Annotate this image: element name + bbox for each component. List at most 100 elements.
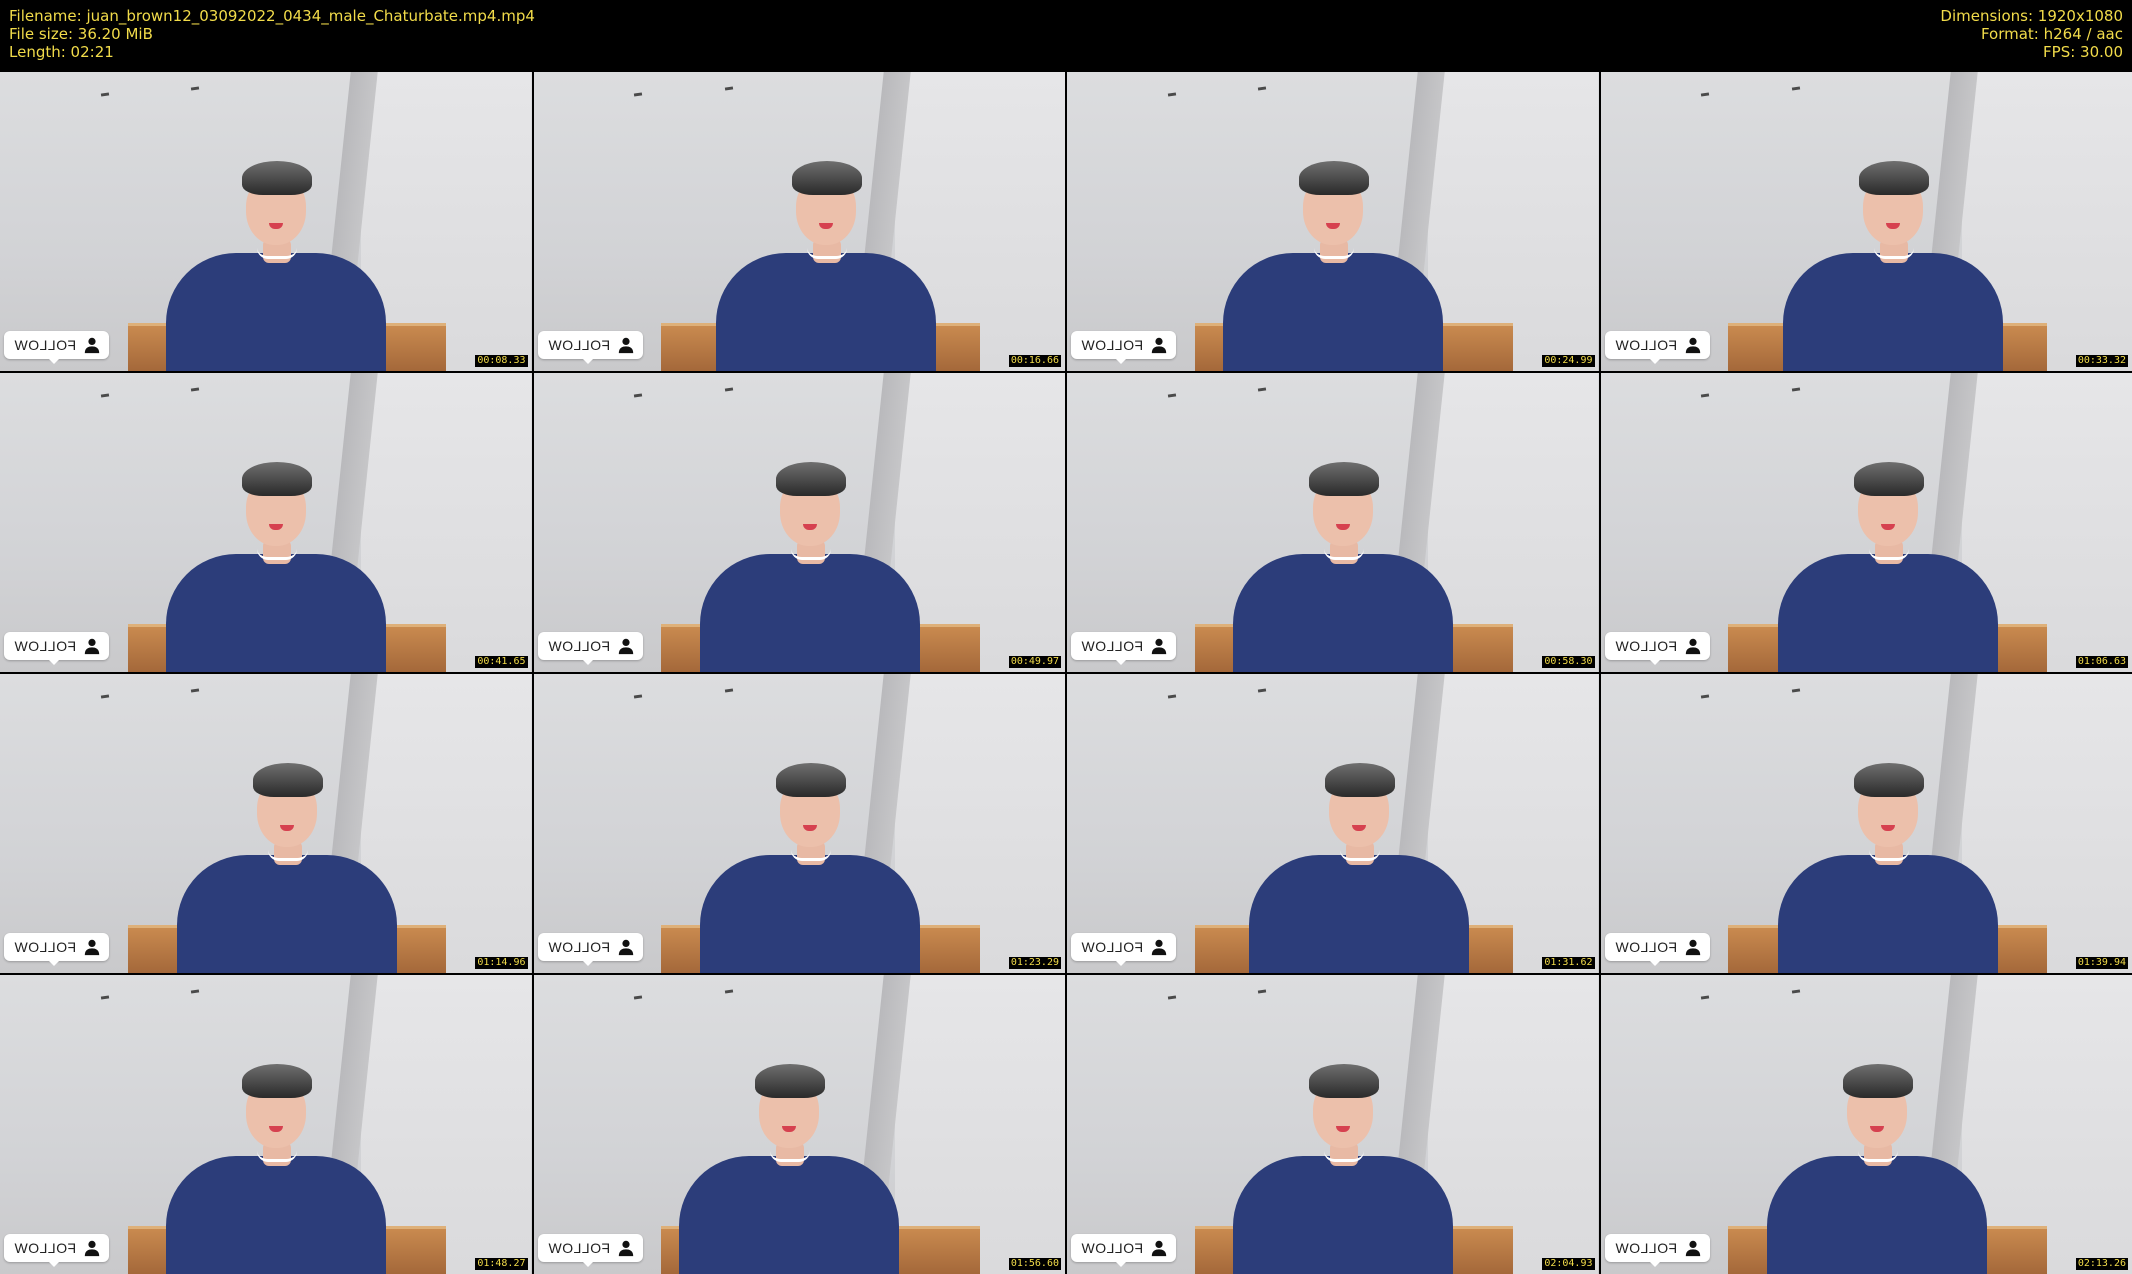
follow-button[interactable]: FOLLOW — [4, 1234, 110, 1267]
hair — [1853, 462, 1924, 496]
user-icon — [1151, 939, 1167, 956]
hair — [775, 462, 846, 496]
blue-shirt — [1233, 554, 1454, 672]
hair — [1842, 1064, 1913, 1098]
user-icon — [84, 337, 100, 354]
follow-button[interactable]: FOLLOW — [537, 933, 643, 966]
follow-label: FOLLOW — [1081, 638, 1144, 654]
follow-label: FOLLOW — [14, 939, 77, 955]
video-thumbnail-5[interactable]: FOLLOW 00:41.65 — [0, 373, 532, 672]
follow-button[interactable]: FOLLOW — [537, 331, 643, 364]
hair — [1309, 462, 1380, 496]
metadata-left: Filename: juan_brown12_03092022_0434_mal… — [9, 7, 535, 61]
thumbnail-timestamp: 00:41.65 — [475, 656, 528, 668]
filesize-text: File size: 36.20 MiB — [9, 25, 153, 43]
wall-mark — [191, 688, 200, 693]
follow-pointer — [1115, 960, 1127, 966]
video-thumbnail-1[interactable]: FOLLOW 00:08.33 — [0, 72, 532, 371]
necklace — [769, 1151, 810, 1162]
thumbnail-timestamp: 00:16.66 — [1008, 355, 1061, 367]
person-figure — [699, 373, 920, 672]
follow-label: FOLLOW — [14, 1240, 77, 1256]
follow-button[interactable]: FOLLOW — [537, 1234, 643, 1267]
video-thumbnail-16[interactable]: FOLLOW 02:13.26 — [1600, 975, 2132, 1274]
wall-mark — [1791, 387, 1800, 392]
person-figure — [1777, 674, 1998, 973]
follow-button[interactable]: FOLLOW — [1604, 632, 1710, 665]
follow-button[interactable]: FOLLOW — [1071, 632, 1177, 665]
blue-shirt — [1249, 855, 1470, 973]
person-figure — [166, 975, 387, 1274]
follow-button[interactable]: FOLLOW — [4, 331, 110, 364]
follow-button[interactable]: FOLLOW — [1604, 1234, 1710, 1267]
wall-mark — [1701, 694, 1710, 699]
metadata-right: Dimensions: 1920x1080 Format: h264 / aac… — [1940, 7, 2123, 61]
fps-text: FPS: 30.00 — [2043, 43, 2123, 61]
wall-mark — [1167, 393, 1177, 398]
follow-pointer — [581, 960, 594, 966]
follow-label: FOLLOW — [1081, 939, 1144, 955]
follow-label: FOLLOW — [1614, 337, 1677, 353]
person-figure — [715, 72, 936, 371]
wall-mark — [191, 86, 200, 91]
video-thumbnail-8[interactable]: FOLLOW 01:06.63 — [1600, 373, 2132, 672]
follow-pointer — [48, 659, 60, 665]
video-thumbnail-6[interactable]: FOLLOW 00:49.97 — [533, 373, 1065, 672]
hair — [1298, 161, 1369, 195]
blue-shirt — [1766, 1156, 1987, 1274]
follow-pointer — [1115, 358, 1127, 364]
follow-label: FOLLOW — [14, 638, 77, 654]
person-figure — [1766, 975, 1987, 1274]
follow-button[interactable]: FOLLOW — [1071, 933, 1177, 966]
video-thumbnail-2[interactable]: FOLLOW 00:16.66 — [533, 72, 1065, 371]
video-thumbnail-12[interactable]: FOLLOW 01:39.94 — [1600, 674, 2132, 973]
hair — [754, 1064, 825, 1098]
thumbnail-timestamp: 00:08.33 — [475, 355, 528, 367]
necklace — [268, 850, 308, 861]
follow-button[interactable]: FOLLOW — [1604, 331, 1710, 364]
wall-mark — [724, 387, 733, 392]
video-thumbnail-15[interactable]: FOLLOW 02:04.93 — [1067, 975, 1599, 1274]
follow-button[interactable]: FOLLOW — [1604, 933, 1710, 966]
format-text: Format: h264 / aac — [1980, 25, 2123, 43]
wall-mark — [1258, 688, 1267, 693]
follow-label: FOLLOW — [547, 1240, 610, 1256]
video-thumbnail-3[interactable]: FOLLOW 00:24.99 — [1067, 72, 1599, 371]
follow-pointer — [48, 1261, 60, 1267]
follow-button[interactable]: FOLLOW — [1071, 1234, 1177, 1267]
necklace — [790, 850, 831, 861]
wall-mark — [191, 387, 200, 392]
necklace — [1873, 248, 1914, 259]
hair — [775, 763, 846, 797]
user-icon — [618, 939, 633, 956]
follow-button[interactable]: FOLLOW — [1071, 331, 1177, 364]
video-thumbnail-13[interactable]: FOLLOW 01:48.27 — [0, 975, 532, 1274]
user-icon — [618, 337, 633, 354]
person-figure — [166, 72, 387, 371]
follow-button[interactable]: FOLLOW — [4, 632, 110, 665]
video-thumbnail-14[interactable]: FOLLOW 01:56.60 — [533, 975, 1065, 1274]
follow-button[interactable]: FOLLOW — [537, 632, 643, 665]
follow-label: FOLLOW — [1614, 939, 1677, 955]
thumbnail-timestamp: 00:58.30 — [1542, 656, 1595, 668]
hair — [791, 161, 862, 195]
follow-label: FOLLOW — [14, 337, 77, 353]
blue-shirt — [1233, 1156, 1454, 1274]
wall-mark — [100, 393, 110, 398]
thumbnail-timestamp: 01:39.94 — [2075, 957, 2128, 969]
hair — [1325, 763, 1396, 797]
video-thumbnail-10[interactable]: FOLLOW 01:23.29 — [533, 674, 1065, 973]
video-thumbnail-9[interactable]: FOLLOW 01:14.96 — [0, 674, 532, 973]
wall-mark — [634, 995, 643, 1000]
follow-button[interactable]: FOLLOW — [4, 933, 110, 966]
necklace — [257, 248, 298, 259]
hair — [242, 161, 313, 195]
hair — [242, 462, 313, 496]
person-figure — [177, 674, 397, 973]
video-thumbnail-4[interactable]: FOLLOW 00:33.32 — [1600, 72, 2132, 371]
hair — [242, 1064, 313, 1098]
video-thumbnail-7[interactable]: FOLLOW 00:58.30 — [1067, 373, 1599, 672]
video-thumbnail-11[interactable]: FOLLOW 01:31.62 — [1067, 674, 1599, 973]
wall-mark — [100, 694, 110, 699]
wall-mark — [1167, 694, 1177, 699]
